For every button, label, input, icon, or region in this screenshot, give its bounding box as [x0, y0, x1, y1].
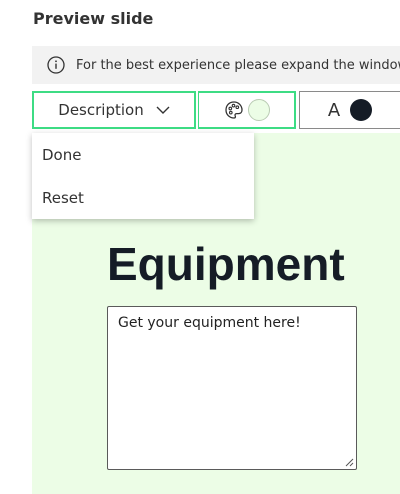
background-color-button[interactable]: [198, 91, 296, 129]
info-banner: For the best experience please expand th…: [32, 46, 400, 84]
palette-icon: [224, 101, 243, 119]
layout-select-label: Description: [58, 101, 144, 119]
menu-item-done[interactable]: Done: [32, 133, 254, 176]
slide-description-text: Get your equipment here!: [118, 315, 301, 331]
resize-grip-icon[interactable]: [345, 458, 354, 467]
info-message: For the best experience please expand th…: [76, 57, 400, 73]
page-title: Preview slide: [33, 9, 154, 28]
info-icon: [47, 56, 65, 74]
text-color-swatch: [350, 99, 373, 121]
layout-dropdown-menu: Done Reset: [32, 133, 254, 219]
layout-select-button[interactable]: Description: [32, 91, 196, 129]
chevron-down-icon: [156, 106, 170, 114]
text-color-letter: A: [327, 99, 341, 121]
slide-description-textarea[interactable]: Get your equipment here!: [107, 306, 357, 470]
menu-item-reset[interactable]: Reset: [32, 176, 254, 219]
background-color-swatch: [247, 99, 270, 121]
slide-title: Equipment: [107, 238, 345, 290]
text-color-button[interactable]: A: [299, 91, 400, 129]
